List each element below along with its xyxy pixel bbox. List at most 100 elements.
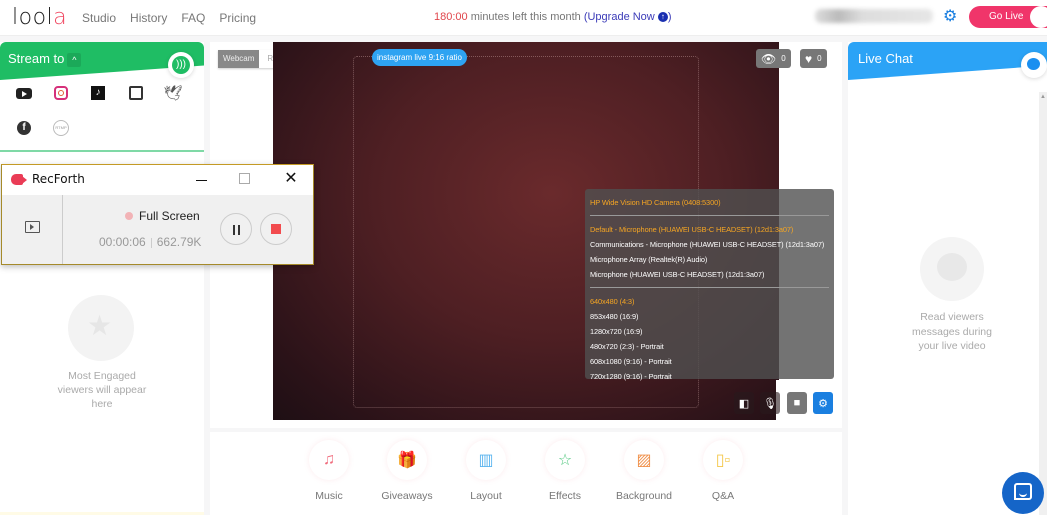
platform-twitter[interactable]: 🕊 — [163, 83, 183, 103]
device-settings-menu: HP Wide Vision HD Camera (0408:5300) Def… — [585, 189, 834, 381]
recforth-app-name: RecForth — [32, 172, 85, 186]
chevron-up-icon[interactable]: ^ — [67, 52, 82, 67]
tool-label: Q&A — [711, 490, 735, 502]
recforth-body: Full Screen 00:00:06 662.79K — [2, 195, 313, 264]
gear-icon: ⚙ — [818, 397, 828, 410]
upgrade-close-paren: ) — [667, 11, 672, 23]
upgrade-label: (Upgrade Now — [583, 11, 655, 23]
tool-effects[interactable]: ☆ Effects — [530, 440, 600, 502]
star-icon: ☆ — [545, 440, 585, 480]
stream-to-panel: Stream to ^ ))) ♪ 🕊 f RTMP ★ Most Engaged… — [0, 42, 204, 515]
platform-youtube[interactable] — [14, 83, 34, 103]
go-live-cap — [1030, 6, 1047, 28]
mirror-button[interactable]: ◧ — [734, 392, 754, 414]
arrow-up-circle-icon: ↑ — [657, 12, 668, 23]
recording-stats: 00:00:06 662.79K — [99, 235, 201, 249]
loola-logo[interactable]: loola — [12, 5, 67, 30]
minutes-remaining: 180:00 minutes left this month (Upgrade … — [434, 11, 671, 23]
camera-option[interactable]: HP Wide Vision HD Camera (0408:5300) — [590, 195, 829, 210]
menu-separator — [590, 287, 829, 288]
video-camera-icon: ■ — [793, 397, 801, 409]
chat-empty-text: Read viewers messages during your live v… — [912, 311, 992, 352]
tool-giveaways[interactable]: 🎁 Giveaways — [372, 440, 442, 502]
support-chat-button[interactable] — [1002, 472, 1044, 514]
twitch-icon — [129, 86, 143, 100]
tool-label: Layout — [470, 490, 502, 502]
stats-separator — [150, 237, 152, 248]
likes-badge: ♥ 0 — [800, 49, 827, 68]
instagram-icon — [54, 86, 68, 100]
live-chat-panel: Live Chat ▲ Read viewers messages during… — [848, 42, 1047, 515]
chat-button[interactable] — [1021, 52, 1047, 78]
live-chat-title: Live Chat — [858, 51, 913, 66]
tool-music[interactable]: ♫ Music — [294, 440, 364, 502]
eye-icon: 👁 — [761, 51, 777, 66]
resolution-option[interactable]: 1280x720 (16:9) — [590, 324, 829, 339]
minimize-button[interactable] — [192, 171, 212, 189]
engaged-viewers-text: Most Engaged viewers will appear here — [57, 370, 147, 410]
image-icon: ▨ — [624, 440, 664, 480]
rss-icon: ))) — [172, 56, 190, 74]
camera-button[interactable]: ■ — [787, 392, 807, 414]
microphone-icon: 🎙 — [763, 397, 777, 410]
recforth-titlebar[interactable]: RecForth ✕ — [2, 165, 313, 195]
stream-to-title[interactable]: Stream to ^ — [8, 51, 82, 67]
tool-layout[interactable]: ▥ Layout — [451, 440, 521, 502]
menu-separator — [590, 215, 829, 216]
mic-option[interactable]: Communications - Microphone (HUAWEI USB-… — [590, 237, 829, 252]
recforth-window: RecForth ✕ Full Screen 00:00:06 662.79K — [1, 164, 314, 265]
device-settings-button[interactable]: ⚙ — [813, 392, 833, 414]
tool-label: Effects — [549, 490, 581, 502]
tool-background[interactable]: ▨ Background — [609, 440, 679, 502]
section-divider — [0, 150, 204, 152]
settings-gear-icon[interactable]: ⚙ — [943, 9, 959, 25]
pause-button[interactable] — [220, 213, 252, 245]
chat-scrollbar[interactable]: ▲ — [1039, 92, 1047, 515]
microphone-button[interactable]: 🎙 — [760, 392, 780, 414]
tool-label: Background — [615, 490, 673, 502]
maximize-button[interactable] — [239, 173, 250, 184]
support-chat-icon — [1014, 483, 1032, 500]
views-badge: 👁 0 — [756, 49, 791, 68]
nav-pricing[interactable]: Pricing — [219, 11, 256, 25]
platform-tiktok[interactable]: ♪ — [88, 83, 108, 103]
close-button[interactable]: ✕ — [283, 169, 299, 189]
mirror-icon: ◧ — [738, 397, 750, 410]
star-icon: ★ — [87, 310, 113, 341]
chat-placeholder — [920, 237, 984, 301]
rtmp-icon: RTMP — [53, 120, 69, 136]
qa-icon: ▯▫ — [703, 440, 743, 480]
scroll-up-icon[interactable]: ▲ — [1040, 94, 1046, 100]
tiktok-icon: ♪ — [91, 86, 105, 100]
upgrade-now-link[interactable]: (Upgrade Now ↑) — [584, 11, 672, 23]
recording-mode: Full Screen — [139, 209, 200, 223]
tool-label: Giveaways — [381, 490, 433, 502]
resolution-option[interactable]: 480x720 (2:3) - Portrait — [590, 339, 829, 354]
broadcast-button[interactable]: ))) — [168, 52, 194, 78]
elapsed-time: 00:00:06 — [99, 235, 146, 249]
mic-option[interactable]: Default - Microphone (HUAWEI USB-C HEADS… — [590, 222, 829, 237]
platform-instagram[interactable] — [51, 83, 71, 103]
mic-option[interactable]: Microphone (HUAWEI USB-C HEADSET) (12d1:… — [590, 267, 829, 282]
resolution-option[interactable]: 640x480 (4:3) — [590, 294, 829, 309]
file-size: 662.79K — [156, 235, 202, 249]
mic-option[interactable]: Microphone Array (Realtek(R) Audio) — [590, 252, 829, 267]
twitter-icon: 🕊 — [163, 85, 183, 102]
go-live-label: Go Live — [989, 11, 1024, 22]
open-folder-icon[interactable] — [25, 221, 40, 233]
platform-rtmp[interactable]: RTMP — [51, 118, 71, 138]
minutes-value: 180:00 — [434, 11, 468, 23]
nav-faq[interactable]: FAQ — [181, 11, 205, 25]
webcam-tab[interactable]: Webcam — [218, 50, 260, 68]
platform-facebook[interactable]: f — [14, 118, 34, 138]
tool-qa[interactable]: ▯▫ Q&A — [688, 440, 758, 502]
resolution-option[interactable]: 608x1080 (9:16) - Portrait — [590, 354, 829, 369]
stop-button[interactable] — [260, 213, 292, 245]
user-profile-blurred[interactable] — [815, 9, 933, 23]
resolution-option[interactable]: 853x480 (16:9) — [590, 309, 829, 324]
main-nav: Studio History FAQ Pricing — [82, 11, 256, 25]
engaged-placeholder: ★ — [68, 295, 134, 361]
platform-twitch[interactable] — [126, 83, 146, 103]
nav-studio[interactable]: Studio — [82, 11, 116, 25]
nav-history[interactable]: History — [130, 11, 167, 25]
